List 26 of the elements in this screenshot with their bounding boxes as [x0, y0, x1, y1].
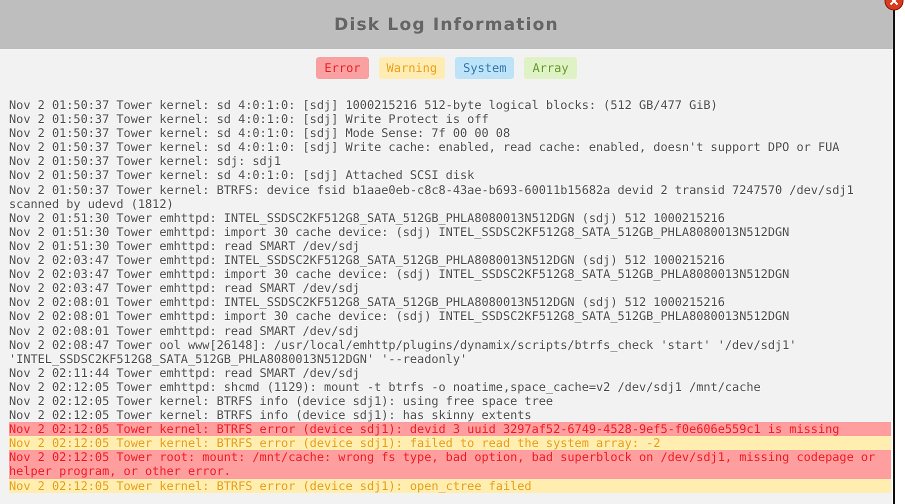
- log-line: Nov 2 02:12:05 Tower kernel: BTRFS info (device sdj1): has skinny extents: [9, 408, 533, 422]
- filter-button[interactable]: System: [455, 57, 514, 79]
- log-line: Nov 2 02:12:05 Tower kernel: BTRFS info (device sdj1): using free space tree: [9, 394, 554, 408]
- log-line: Nov 2 01:50:37 Tower kernel: BTRFS: device fsid b1aae0eb-c8c8-43ae-b693-60011b15682a devid 2 transid 7247570 /dev/sdj1 scanned by udevd (1812): [9, 182, 855, 211]
- log-line: Nov 2 02:03:47 Tower emhttpd: INTEL_SSDSC2KF512G8_SATA_512GB_PHLA8080013N512DGN (sdj) 512 1000215216: [9, 253, 726, 268]
- log-line: Nov 2 02:08:01 Tower emhttpd: import 30 cache device: (sdj) INTEL_SSDSC2KF512G8_SATA_512GB_PHLA8080013N512DGN: [9, 309, 790, 324]
- log-line: Nov 2 02:08:01 Tower emhttpd: read SMART /dev/sdj: [9, 324, 361, 338]
- log-line: Nov 2 02:08:01 Tower emhttpd: INTEL_SSDSC2KF512G8_SATA_512GB_PHLA8080013N512DGN (sdj) 512 1000215216: [9, 295, 726, 310]
- filter-button[interactable]: Warning: [378, 57, 446, 79]
- filter-button[interactable]: Array: [524, 57, 577, 79]
- dialog-title: Disk Log Information: [334, 14, 559, 34]
- log-line: Nov 2 01:51:30 Tower emhttpd: import 30 cache device: (sdj) INTEL_SSDSC2KF512G8_SATA_512GB_PHLA8080013N512DGN: [9, 224, 790, 239]
- log-line: Nov 2 01:50:37 Tower kernel: sd 4:0:1:0: [sdj] Write Protect is off: [9, 112, 490, 126]
- log-line: Nov 2 01:50:37 Tower kernel: sd 4:0:1:0: [sdj] Attached SCSI disk: [9, 168, 476, 183]
- log-line: Nov 2 02:12:05 Tower emhttpd: shcmd (1129): mount -t btrfs -o noatime,space_cache=v2 /dev/sdj1 /mnt/cache: [9, 380, 762, 394]
- log-line: Nov 2 02:11:44 Tower emhttpd: read SMART /dev/sdj: [9, 366, 360, 380]
- log-line: Nov 2 01:51:30 Tower emhttpd: read SMART /dev/sdj: [9, 238, 361, 254]
- log-line: Nov 2 02:03:47 Tower emhttpd: read SMART /dev/sdj: [9, 281, 361, 296]
- log-line: Nov 2 01:50:37 Tower kernel: sdj: sdj1: [9, 154, 282, 168]
- log-line: Nov 2 01:50:37 Tower kernel: sd 4:0:1:0: [sdj] 1000215216 512-byte logical blocks: (512 GB/477 GiB): [9, 98, 719, 112]
- log-line: Nov 2 01:50:37 Tower kernel: sd 4:0:1:0: [sdj] Mode Sense: 7f 00 00 08: [9, 126, 512, 140]
- log-line: Nov 2 01:50:37 Tower kernel: sd 4:0:1:0: [sdj] Write cache: enabled, read cache: enabled, doesn't support DPO or FUA: [9, 140, 840, 154]
- log-line: Nov 2 02:03:47 Tower emhttpd: import 30 cache device: (sdj) INTEL_SSDSC2KF512G8_SATA_512GB_PHLA8080013N512DGN: [9, 267, 790, 282]
- log-line: Nov 2 01:51:30 Tower emhttpd: INTEL_SSDSC2KF512G8_SATA_512GB_PHLA8080013N512DGN (sdj) 512 1000215216: [9, 210, 726, 225]
- log-line: Nov 2 02:08:47 Tower ool www[26148]: /usr/local/emhttp/plugins/dynamix/scripts/btrfs_check 'start' '/dev/sdj1' 'INTEL_SSDSC2KF512G8_SATA_512GB_PHLA8080013N512DGN' '--readonly': [9, 338, 798, 366]
- filter-button[interactable]: Error: [316, 57, 369, 79]
